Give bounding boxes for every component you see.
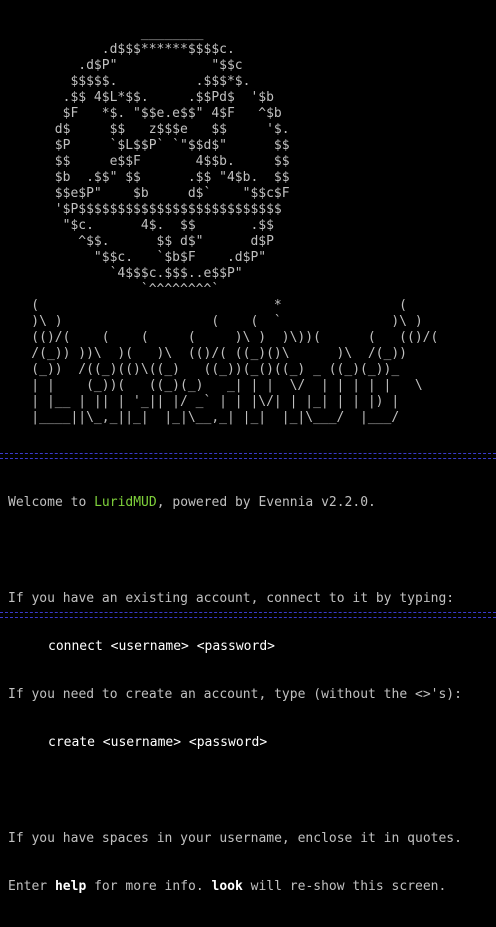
help-suffix: will re-show this screen.	[242, 879, 447, 894]
skull-art-line: .d$$$******$$$$c.	[0, 42, 235, 57]
welcome-suffix: , powered by Evennia v2.2.0.	[156, 495, 376, 510]
spaces-text: If you have spaces in your username, enc…	[8, 831, 462, 846]
skull-art-line: d$ $$ z$$$e $$ '$.	[0, 122, 290, 137]
help-prefix: Enter	[8, 879, 55, 894]
title-art-line: )\ ) ( ( ` )\ )	[0, 314, 423, 329]
skull-art-line: ^$$. $$ d$" d$P	[0, 234, 274, 249]
title-art-line: | |__ | || | '_|| |/ _` | | |\/| | |_| |…	[0, 394, 400, 409]
welcome-prefix: Welcome to	[8, 495, 95, 510]
skull-art-line: `^^^^^^^^`	[0, 282, 220, 297]
separator-top	[0, 453, 496, 459]
skull-art-line: $b .$$" $$ .$$ "4$b. $$	[0, 170, 290, 185]
welcome-line: Welcome to LuridMUD, powered by Evennia …	[8, 495, 462, 511]
connect-command: connect <username> <password>	[48, 639, 275, 654]
title-art-line: ( * (	[0, 298, 407, 313]
skull-art-line: $$e$P" $b d$` "$$c$F	[0, 186, 290, 201]
skull-art-line: `4$$$c.$$$..e$$P"	[0, 266, 243, 281]
skull-art-line: .$$ 4$L*$$. .$$Pd$ '$b	[0, 90, 274, 105]
help-line: Enter help for more info. look will re-s…	[8, 879, 462, 895]
title-art-line: | | (_))( ((_)(_) _| | | \/ | | | | | \	[0, 378, 423, 393]
skull-art-line: ________	[0, 26, 204, 41]
terminal-screen[interactable]: ________ .d$$$******$$$$c. .d$P" "$$c $$…	[0, 0, 496, 894]
skull-art-line: "$$c. `$b$F .d$P"	[0, 250, 267, 265]
look-keyword: look	[211, 879, 243, 894]
skull-art: ________ .d$$$******$$$$c. .d$P" "$$c $$…	[0, 26, 438, 298]
skull-art-line: .d$P" "$$c	[0, 58, 243, 73]
separator-bottom	[0, 612, 496, 618]
skull-art-line: $$ e$$F 4$$b. $$	[0, 154, 290, 169]
create-account-text: If you need to create an account, type (…	[8, 687, 462, 702]
existing-account-text: If you have an existing account, connect…	[8, 591, 455, 606]
ascii-art-banner: ________ .d$$$******$$$$c. .d$P" "$$c $$…	[0, 26, 438, 426]
create-command: create <username> <password>	[48, 735, 268, 750]
title-art-line: (_)) /((_)(()\((_) ((_))(_()((_) _ ((_)(…	[0, 362, 400, 377]
skull-art-line: '$P$$$$$$$$$$$$$$$$$$$$$$$$$$	[0, 202, 282, 217]
help-middle: for more info.	[86, 879, 212, 894]
title-art: ( * ( )\ ) ( ( ` )\ ) (()/( ( ( ( )\ ) )…	[0, 298, 438, 426]
help-keyword: help	[54, 879, 87, 894]
skull-art-line: "$c. 4$. $$ .$$	[0, 218, 274, 233]
skull-art-line: $$$$$. .$$$*$.	[0, 74, 251, 89]
title-art-line: (()/( ( ( ( )\ ) )\))( ( (()/(	[0, 330, 439, 345]
title-art-line: |____||\_,_||_| |_|\__,_| |_| |_|\___/ |…	[0, 410, 400, 425]
game-name: LuridMUD	[94, 495, 157, 510]
skull-art-line: $F *$. "$$e.e$$" 4$F ^$b	[0, 106, 282, 121]
skull-art-line: $P `$L$$P` `"$$d$" $$	[0, 138, 290, 153]
title-art-line: /(_)) ))\ )( )\ (()/( ((_)()\ )\ /(_))	[0, 346, 407, 361]
welcome-message: Welcome to LuridMUD, powered by Evennia …	[8, 463, 462, 927]
